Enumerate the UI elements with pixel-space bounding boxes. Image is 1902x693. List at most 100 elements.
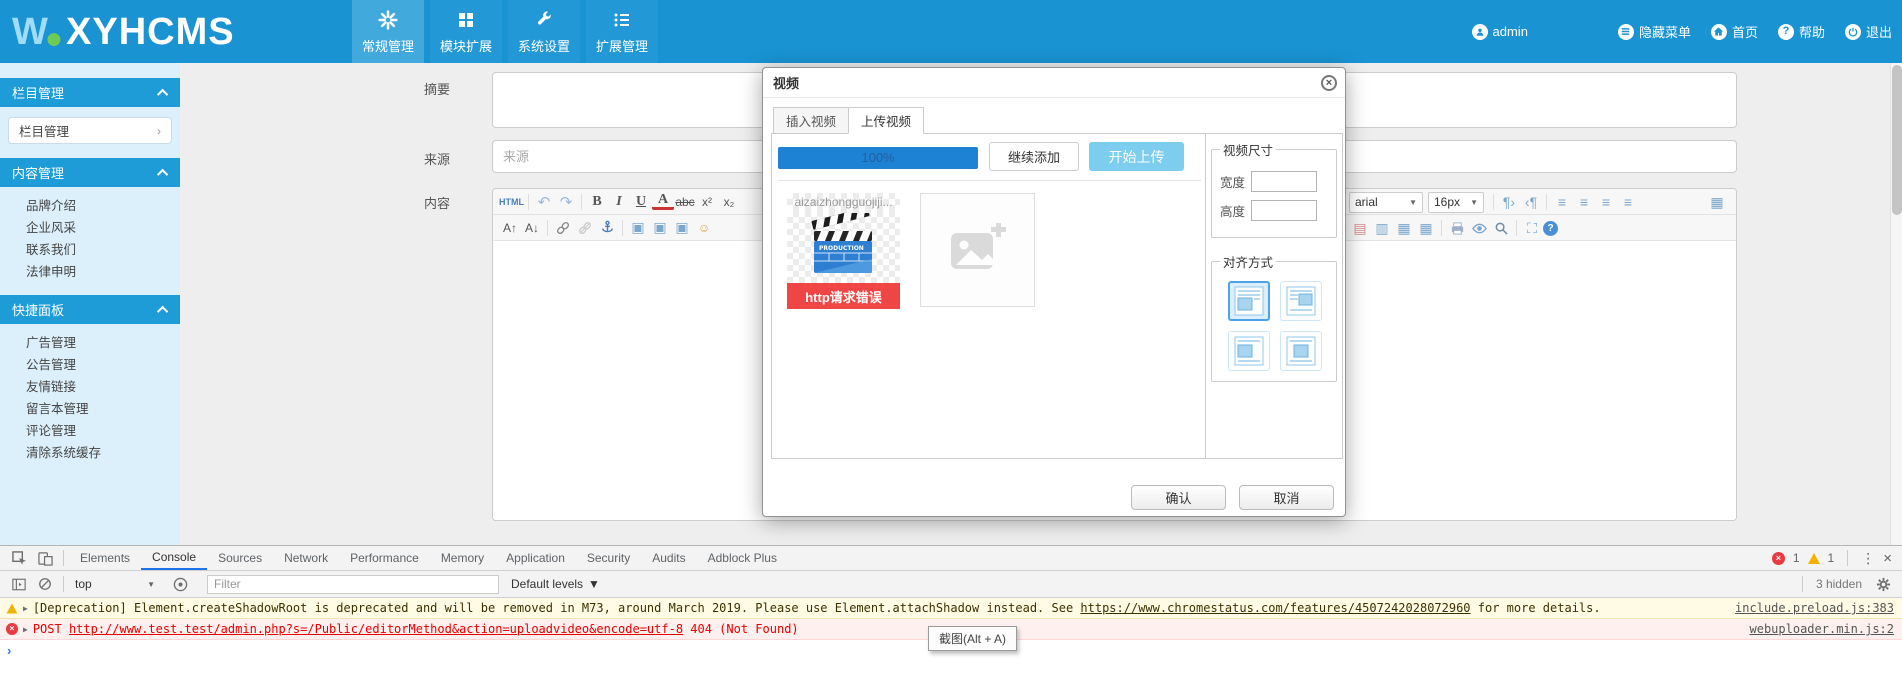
console-prompt-icon[interactable]: ›: [7, 643, 11, 658]
console-settings-gear-icon[interactable]: [1870, 572, 1896, 596]
align-option-block-left[interactable]: [1228, 331, 1270, 371]
table-cell-props-icon[interactable]: ▦: [1393, 218, 1415, 238]
execution-context-select[interactable]: top▼: [69, 574, 161, 594]
error-count[interactable]: 1: [1793, 551, 1800, 565]
image-inline-icon[interactable]: ▣: [649, 218, 671, 238]
sidebar-item-column-manage[interactable]: 栏目管理›: [8, 117, 172, 144]
paragraph-rtl-icon[interactable]: ‹¶: [1520, 192, 1542, 212]
page-scrollbar[interactable]: [1890, 63, 1902, 545]
width-input[interactable]: [1251, 171, 1317, 192]
sidebar-item-guestbook[interactable]: 留言本管理: [0, 398, 180, 420]
warning-count[interactable]: 1: [1828, 551, 1835, 565]
align-option-wrap-left[interactable]: [1228, 281, 1270, 321]
logo[interactable]: W●XYHCMS: [12, 8, 235, 56]
font-size-decrease-icon[interactable]: A↓: [521, 218, 543, 238]
align-option-wrap-right[interactable]: [1280, 281, 1322, 321]
table-merge-icon[interactable]: ▦: [1415, 218, 1437, 238]
close-icon[interactable]: ×: [1321, 75, 1337, 91]
preview-icon[interactable]: [1468, 218, 1490, 238]
anchor-icon[interactable]: [596, 218, 618, 238]
align-justify-icon[interactable]: ≡: [1617, 192, 1639, 212]
start-upload-button[interactable]: 开始上传: [1089, 142, 1184, 171]
upload-error-badge[interactable]: http请求错误: [787, 283, 900, 309]
sidebar-item-clear-cache[interactable]: 清除系统缓存: [0, 442, 180, 464]
home-button[interactable]: 首页: [1711, 22, 1758, 41]
table-icon[interactable]: ▦: [1706, 192, 1728, 212]
align-center-icon[interactable]: ≡: [1573, 192, 1595, 212]
font-size-select[interactable]: 16px▼: [1428, 192, 1484, 213]
error-badge-icon[interactable]: ×: [1772, 552, 1785, 565]
console-warning-row[interactable]: ▶ [Deprecation] Element.createShadowRoot…: [0, 598, 1902, 619]
font-family-select[interactable]: arial▼: [1349, 192, 1423, 213]
hidden-messages-label[interactable]: 3 hidden: [1816, 577, 1862, 591]
devtools-tab-audits[interactable]: Audits: [641, 546, 696, 570]
align-left-icon[interactable]: ≡: [1551, 192, 1573, 212]
logout-button[interactable]: 退出: [1845, 22, 1892, 41]
font-color-icon[interactable]: A: [652, 193, 674, 210]
inspect-element-icon[interactable]: [6, 546, 32, 570]
console-filter-input[interactable]: [207, 575, 499, 594]
nav-tab-general[interactable]: 常规管理: [352, 0, 424, 63]
help-button[interactable]: ? 帮助: [1778, 22, 1825, 41]
nav-tab-extensions[interactable]: 扩展管理: [586, 0, 658, 63]
sidebar-section-columns[interactable]: 栏目管理: [0, 78, 180, 107]
devtools-menu-icon[interactable]: ⋮: [1861, 550, 1875, 567]
sidebar-item-comments[interactable]: 评论管理: [0, 420, 180, 442]
redo-icon[interactable]: ↷: [555, 192, 577, 212]
console-sidebar-toggle-icon[interactable]: [6, 572, 32, 596]
sidebar-item-brand[interactable]: 品牌介绍: [0, 195, 180, 217]
nav-tab-modules[interactable]: 模块扩展: [430, 0, 502, 63]
image-align-left-icon[interactable]: ▣: [627, 218, 649, 238]
devtools-close-icon[interactable]: ×: [1883, 550, 1892, 567]
device-toolbar-icon[interactable]: [32, 546, 58, 570]
add-video-placeholder[interactable]: [920, 193, 1035, 307]
tab-insert-video[interactable]: 插入视频: [773, 107, 849, 134]
devtools-tab-sources[interactable]: Sources: [207, 546, 273, 570]
scrollbar-thumb[interactable]: [1892, 65, 1902, 215]
subscript-icon[interactable]: x₂: [718, 192, 740, 212]
sidebar-section-content[interactable]: 内容管理: [0, 158, 180, 187]
link-icon[interactable]: [552, 218, 574, 238]
align-option-block-center[interactable]: [1280, 331, 1322, 371]
table-row-props-icon[interactable]: ▤: [1349, 218, 1371, 238]
sidebar-section-quickpanel[interactable]: 快捷面板: [0, 295, 180, 324]
devtools-tab-console[interactable]: Console: [141, 546, 207, 570]
emotion-icon[interactable]: ☺: [693, 218, 715, 238]
live-expression-eye-icon[interactable]: [167, 572, 193, 596]
editor-help-icon[interactable]: ?: [1543, 221, 1558, 236]
error-source-link[interactable]: webuploader.min.js:2: [1750, 622, 1895, 636]
devtools-tab-network[interactable]: Network: [273, 546, 339, 570]
clear-console-icon[interactable]: [32, 572, 58, 596]
tab-upload-video[interactable]: 上传视频: [848, 107, 924, 134]
expand-arrow-icon[interactable]: ▶: [23, 604, 28, 613]
sidebar-item-notice[interactable]: 公告管理: [0, 354, 180, 376]
chromestatus-link[interactable]: https://www.chromestatus.com/features/45…: [1080, 601, 1470, 615]
warning-source-link[interactable]: include.preload.js:383: [1735, 601, 1894, 615]
sidebar-item-ads[interactable]: 广告管理: [0, 332, 180, 354]
html-source-icon[interactable]: HTML: [499, 192, 524, 212]
fullscreen-icon[interactable]: ⛶: [1521, 218, 1543, 238]
devtools-tab-adblock[interactable]: Adblock Plus: [697, 546, 788, 570]
align-right-icon[interactable]: ≡: [1595, 192, 1617, 212]
print-icon[interactable]: [1446, 218, 1468, 238]
undo-icon[interactable]: ↶: [533, 192, 555, 212]
hide-menu-button[interactable]: 隐藏菜单: [1618, 22, 1691, 41]
nav-tab-system[interactable]: 系统设置: [508, 0, 580, 63]
superscript-icon[interactable]: x²: [696, 192, 718, 212]
paragraph-ltr-icon[interactable]: ¶›: [1498, 192, 1520, 212]
cancel-button[interactable]: 取消: [1239, 485, 1334, 510]
unlink-icon[interactable]: [574, 218, 596, 238]
sidebar-item-company[interactable]: 企业风采: [0, 217, 180, 239]
italic-icon[interactable]: I: [608, 192, 630, 212]
strikethrough-icon[interactable]: abc: [674, 192, 696, 212]
table-col-props-icon[interactable]: ▥: [1371, 218, 1393, 238]
height-input[interactable]: [1251, 200, 1317, 221]
confirm-button[interactable]: 确认: [1131, 485, 1226, 510]
sidebar-item-legal[interactable]: 法律申明: [0, 261, 180, 283]
devtools-tab-application[interactable]: Application: [495, 546, 576, 570]
expand-arrow-icon[interactable]: ▶: [23, 625, 28, 634]
devtools-tab-elements[interactable]: Elements: [69, 546, 141, 570]
sidebar-item-contact[interactable]: 联系我们: [0, 239, 180, 261]
continue-add-button[interactable]: 继续添加: [989, 142, 1079, 171]
devtools-tab-memory[interactable]: Memory: [430, 546, 495, 570]
